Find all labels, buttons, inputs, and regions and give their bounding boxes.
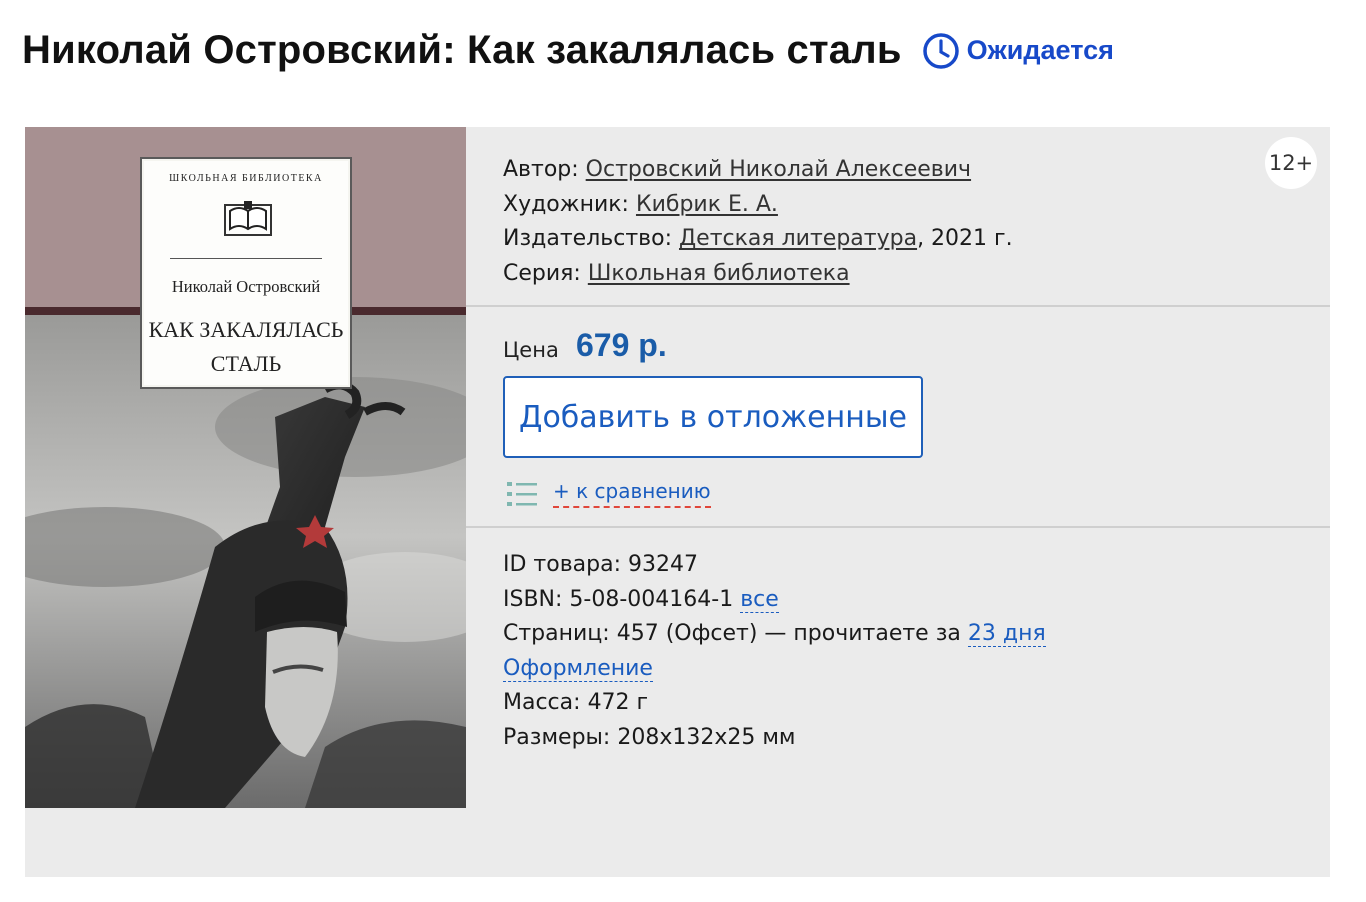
detail-design-row: Оформление [503, 652, 1046, 687]
publisher-year: , 2021 г. [917, 226, 1013, 251]
compare-action[interactable]: + к сравнению [507, 479, 711, 508]
product-details: ID товара: 93247 ISBN: 5-08-004164-1 все… [503, 548, 1046, 755]
price-label: Цена [503, 338, 559, 362]
size-label: Размеры: [503, 724, 611, 750]
cover-title: КАК ЗАКАЛЯЛАСЬ СТАЛЬ [142, 313, 350, 381]
publisher-label: Издательство: [503, 226, 672, 251]
age-rating-badge: 12+ [1265, 137, 1317, 189]
section-divider [466, 305, 1330, 307]
id-label: ID товара: [503, 552, 622, 577]
publisher-link[interactable]: Детская литература [679, 226, 917, 251]
isbn-value: 5-08-004164-1 [569, 586, 734, 612]
availability-status[interactable]: Ожидается [922, 32, 1114, 70]
detail-id-row: ID товара: 93247 [503, 548, 1046, 583]
page-title: Николай Островский: Как закалялась сталь [22, 28, 902, 72]
clock-icon [922, 32, 959, 69]
size-value: 208x132x25 мм [617, 724, 796, 750]
read-time-link[interactable]: 23 дня [967, 621, 1046, 647]
meta-series-row: Серия: Школьная библиотека [503, 257, 1013, 292]
mass-label: Масса: [503, 690, 581, 715]
detail-size-row: Размеры: 208x132x25 мм [503, 721, 1046, 756]
add-to-deferred-button[interactable]: Добавить в отложенные [503, 376, 923, 458]
detail-pages-row: Страниц: 457 (Офсет) — прочитаете за 23 … [503, 617, 1046, 652]
detail-mass-row: Масса: 472 г [503, 686, 1046, 721]
product-card: ШКОЛЬНАЯ БИБЛИОТЕКА Николай Островский К… [25, 127, 1330, 877]
list-icon [507, 481, 537, 506]
cover-author: Николай Островский [171, 277, 321, 296]
pages-label: Страниц: [503, 621, 610, 646]
cover-title-line1: КАК ЗАКАЛЯЛАСЬ [148, 317, 344, 342]
cover-label-plate: ШКОЛЬНАЯ БИБЛИОТЕКА Николай Островский К… [140, 157, 352, 389]
detail-isbn-row: ISBN: 5-08-004164-1 все [503, 583, 1046, 618]
product-meta: Автор: Островский Николай Алексеевич Худ… [503, 153, 1013, 291]
id-value: 93247 [628, 552, 699, 577]
artist-link[interactable]: Кибрик Е. А. [636, 192, 778, 217]
cover-divider [170, 258, 322, 259]
meta-author-row: Автор: Островский Николай Алексеевич [503, 153, 1013, 188]
mass-value: 472 г [587, 690, 649, 715]
pages-value: 457 (Офсет) — прочитаете за [616, 621, 961, 646]
status-label: Ожидается [966, 35, 1114, 65]
cover-series: ШКОЛЬНАЯ БИБЛИОТЕКА [169, 173, 323, 184]
isbn-label: ISBN: [503, 586, 563, 612]
book-emblem-icon [224, 201, 272, 236]
series-link[interactable]: Школьная библиотека [588, 261, 850, 286]
meta-artist-row: Художник: Кибрик Е. А. [503, 188, 1013, 223]
series-label: Серия: [503, 260, 581, 286]
isbn-all-link[interactable]: все [740, 586, 779, 613]
author-label: Автор: [503, 157, 579, 182]
price-value: 679 р. [576, 327, 667, 363]
add-to-compare-link[interactable]: + к сравнению [553, 479, 711, 508]
design-link[interactable]: Оформление [503, 655, 653, 682]
artist-label: Художник: [503, 191, 629, 217]
section-divider [466, 526, 1330, 528]
cover-title-line2: СТАЛЬ [210, 351, 282, 376]
title-row: Николай Островский: Как закалялась сталь… [22, 28, 1114, 73]
book-cover-image[interactable]: ШКОЛЬНАЯ БИБЛИОТЕКА Николай Островский К… [25, 127, 466, 808]
author-link[interactable]: Островский Николай Алексеевич [586, 157, 971, 182]
product-info: 12+ Автор: Островский Николай Алексеевич… [466, 127, 1330, 808]
meta-publisher-row: Издательство: Детская литература, 2021 г… [503, 222, 1013, 257]
